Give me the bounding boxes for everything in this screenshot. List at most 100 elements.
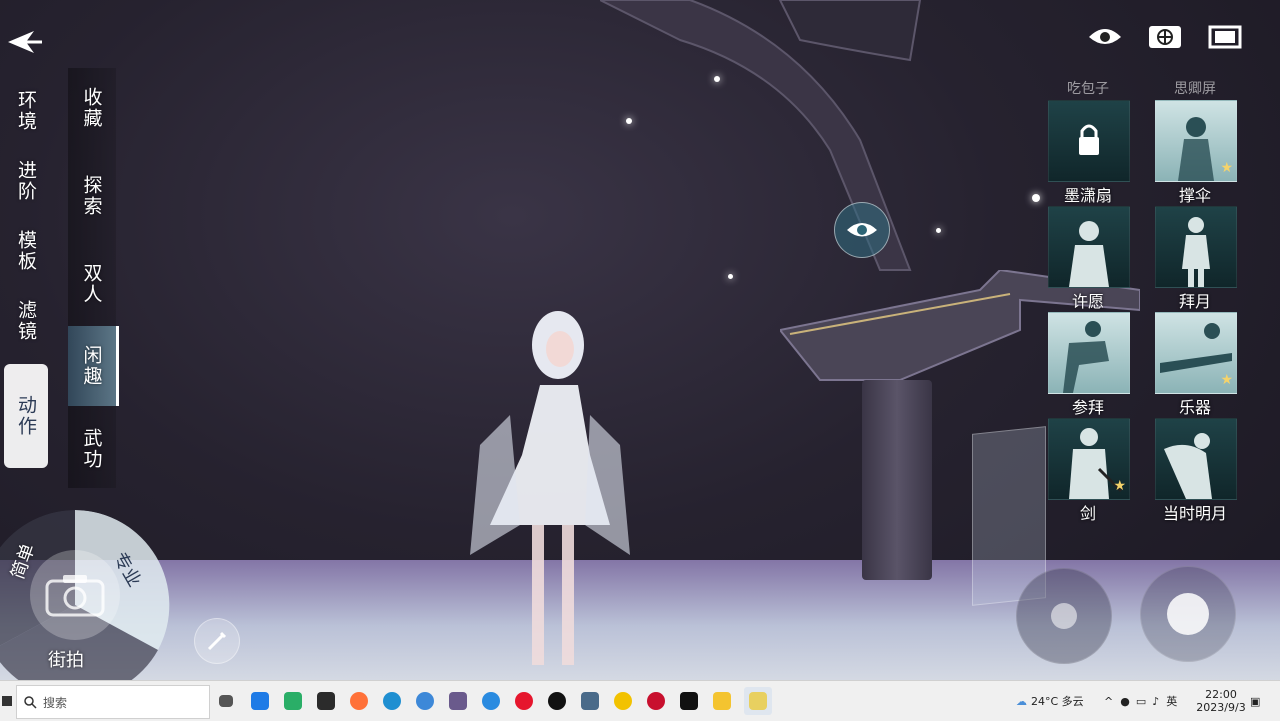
firefox-icon[interactable] <box>345 687 373 715</box>
weather-widget[interactable]: ☁ 24°C 多云 <box>1016 681 1084 721</box>
action-item-instrument[interactable]: ★ 乐器 <box>1155 312 1237 417</box>
primary-nav: 环境 进阶 模板 滤镜 动作 <box>4 80 48 476</box>
file-explorer-icon[interactable] <box>708 687 736 715</box>
action-item-umbrella[interactable]: ★ 撑伞 <box>1155 100 1237 205</box>
action-label: 参拜 <box>1071 398 1104 417</box>
favorite-star-icon: ★ <box>1113 478 1126 494</box>
action-thumbnail <box>1155 206 1237 288</box>
eye-icon <box>1089 29 1121 44</box>
taskbar-app-icon[interactable] <box>411 687 439 715</box>
clock-date: 2023/9/3 <box>1196 701 1246 714</box>
fullscreen-button[interactable] <box>1206 22 1244 52</box>
game-icon[interactable] <box>444 687 472 715</box>
chevron-up-icon: ^ <box>1104 694 1114 708</box>
fullscreen-icon <box>1208 25 1242 49</box>
ime-indicator[interactable]: 英 <box>1166 693 1177 709</box>
grid-header-left: 吃包子 <box>1067 81 1109 97</box>
action-item-bow[interactable]: 参拜 <box>1048 312 1130 417</box>
lock-icon <box>1079 124 1099 155</box>
figure-bowing-icon <box>1063 321 1109 393</box>
taskbar-app-icon[interactable] <box>477 687 505 715</box>
movement-joystick[interactable] <box>1140 566 1236 662</box>
edge-icon[interactable] <box>378 687 406 715</box>
subnav-item-leisure[interactable]: 闲趣 <box>68 326 119 406</box>
volume-icon: ♪ <box>1152 694 1160 708</box>
album-icon <box>1149 26 1181 48</box>
action-thumbnail <box>1155 418 1237 500</box>
subnav-item-favorites[interactable]: 收藏 <box>68 68 116 148</box>
notification-button[interactable]: ▣ <box>1250 681 1260 721</box>
action-label: 拜月 <box>1178 292 1211 311</box>
action-label: 乐器 <box>1178 398 1211 417</box>
favorite-star-icon: ★ <box>1220 372 1233 388</box>
taskbar-app-icon[interactable] <box>312 687 340 715</box>
start-icon[interactable] <box>0 691 14 711</box>
dial-label-street[interactable]: 街拍 <box>48 646 84 672</box>
network-icon: ▭ <box>1135 694 1147 708</box>
taskbar-app-icon-active[interactable] <box>744 687 772 715</box>
nav-item-advanced[interactable]: 进阶 <box>4 150 48 212</box>
camera-icon <box>45 575 105 617</box>
action-item-moon-worship[interactable]: 拜月 <box>1155 206 1237 311</box>
taskbar-app-icon[interactable] <box>642 687 670 715</box>
edit-pen-button[interactable] <box>194 618 240 664</box>
back-arrow-icon <box>8 31 42 53</box>
joystick-knob[interactable] <box>1167 593 1209 635</box>
figure-dancing-icon <box>1164 433 1212 499</box>
subnav-item-duo[interactable]: 双人 <box>68 244 116 324</box>
action-label: 许愿 <box>1071 292 1104 311</box>
secondary-nav: 收藏 探索 双人 闲趣 武功 <box>68 68 119 488</box>
taskbar-search-box[interactable]: 搜索 <box>16 685 210 719</box>
eye-icon <box>847 223 877 237</box>
action-item-wish[interactable]: 许愿 <box>1048 206 1130 311</box>
weibo-icon[interactable] <box>510 687 538 715</box>
search-icon <box>24 696 37 709</box>
mic-icon: ● <box>1120 694 1130 708</box>
capcut-icon[interactable] <box>675 687 703 715</box>
joystick-knob[interactable] <box>1051 603 1077 629</box>
action-item-sword[interactable]: ★ 剑 <box>1048 418 1130 523</box>
camera-shutter-button[interactable] <box>30 550 120 640</box>
clock-time: 22:00 <box>1205 688 1237 701</box>
character-figure[interactable] <box>470 305 630 675</box>
pen-icon <box>207 631 227 651</box>
nav-item-environment[interactable]: 环境 <box>4 80 48 142</box>
taskbar-app-icon[interactable] <box>246 687 274 715</box>
action-label: 撑伞 <box>1178 186 1211 205</box>
subnav-item-explore[interactable]: 探索 <box>68 156 116 236</box>
clock[interactable]: 22:00 2023/9/3 <box>1196 681 1246 721</box>
cloud-icon: ☁ <box>1016 694 1027 708</box>
favorite-star-icon: ★ <box>1220 160 1233 176</box>
action-label: 剑 <box>1079 504 1096 523</box>
nav-item-template[interactable]: 模板 <box>4 220 48 282</box>
action-label: 当时明月 <box>1162 504 1227 523</box>
notification-icon: ▣ <box>1250 694 1261 708</box>
grid-header-right: 思卿屏 <box>1174 81 1216 97</box>
action-thumbnail <box>1048 206 1130 288</box>
search-placeholder: 搜索 <box>43 695 68 710</box>
system-tray[interactable]: ^ ● ▭ ♪ 英 <box>1100 681 1181 721</box>
action-thumbnail <box>1048 312 1130 394</box>
nav-item-filter[interactable]: 滤镜 <box>4 290 48 352</box>
action-thumbnail <box>1048 100 1130 182</box>
star-light <box>1032 194 1040 202</box>
taskbar-app-icon[interactable] <box>609 687 637 715</box>
nav-item-action[interactable]: 动作 <box>4 364 48 468</box>
action-item-fan[interactable]: 墨潇扇 <box>1048 100 1130 205</box>
figure-standing-icon <box>1182 217 1210 287</box>
game-icon[interactable] <box>576 687 604 715</box>
camera-rotate-joystick[interactable] <box>1016 568 1112 664</box>
action-label: 墨潇扇 <box>1063 186 1112 205</box>
visibility-toggle-button[interactable] <box>1086 22 1124 52</box>
wechat-icon[interactable] <box>279 687 307 715</box>
figure-praying-icon <box>1069 221 1109 287</box>
subnav-item-martial[interactable]: 武功 <box>68 414 116 484</box>
camera-focus-button[interactable] <box>834 202 890 258</box>
photo-album-button[interactable] <box>1146 22 1184 52</box>
back-button[interactable] <box>0 20 48 64</box>
stone-pillar <box>862 380 932 580</box>
action-item-moonlight[interactable]: 当时明月 <box>1155 418 1237 523</box>
qq-icon[interactable] <box>543 687 571 715</box>
windows-taskbar: 搜索 ☁ 24°C 多云 ^ ● ▭ ♪ 英 22:00 2023/9/3 ▣ <box>0 680 1280 721</box>
task-view-icon[interactable] <box>212 687 240 715</box>
